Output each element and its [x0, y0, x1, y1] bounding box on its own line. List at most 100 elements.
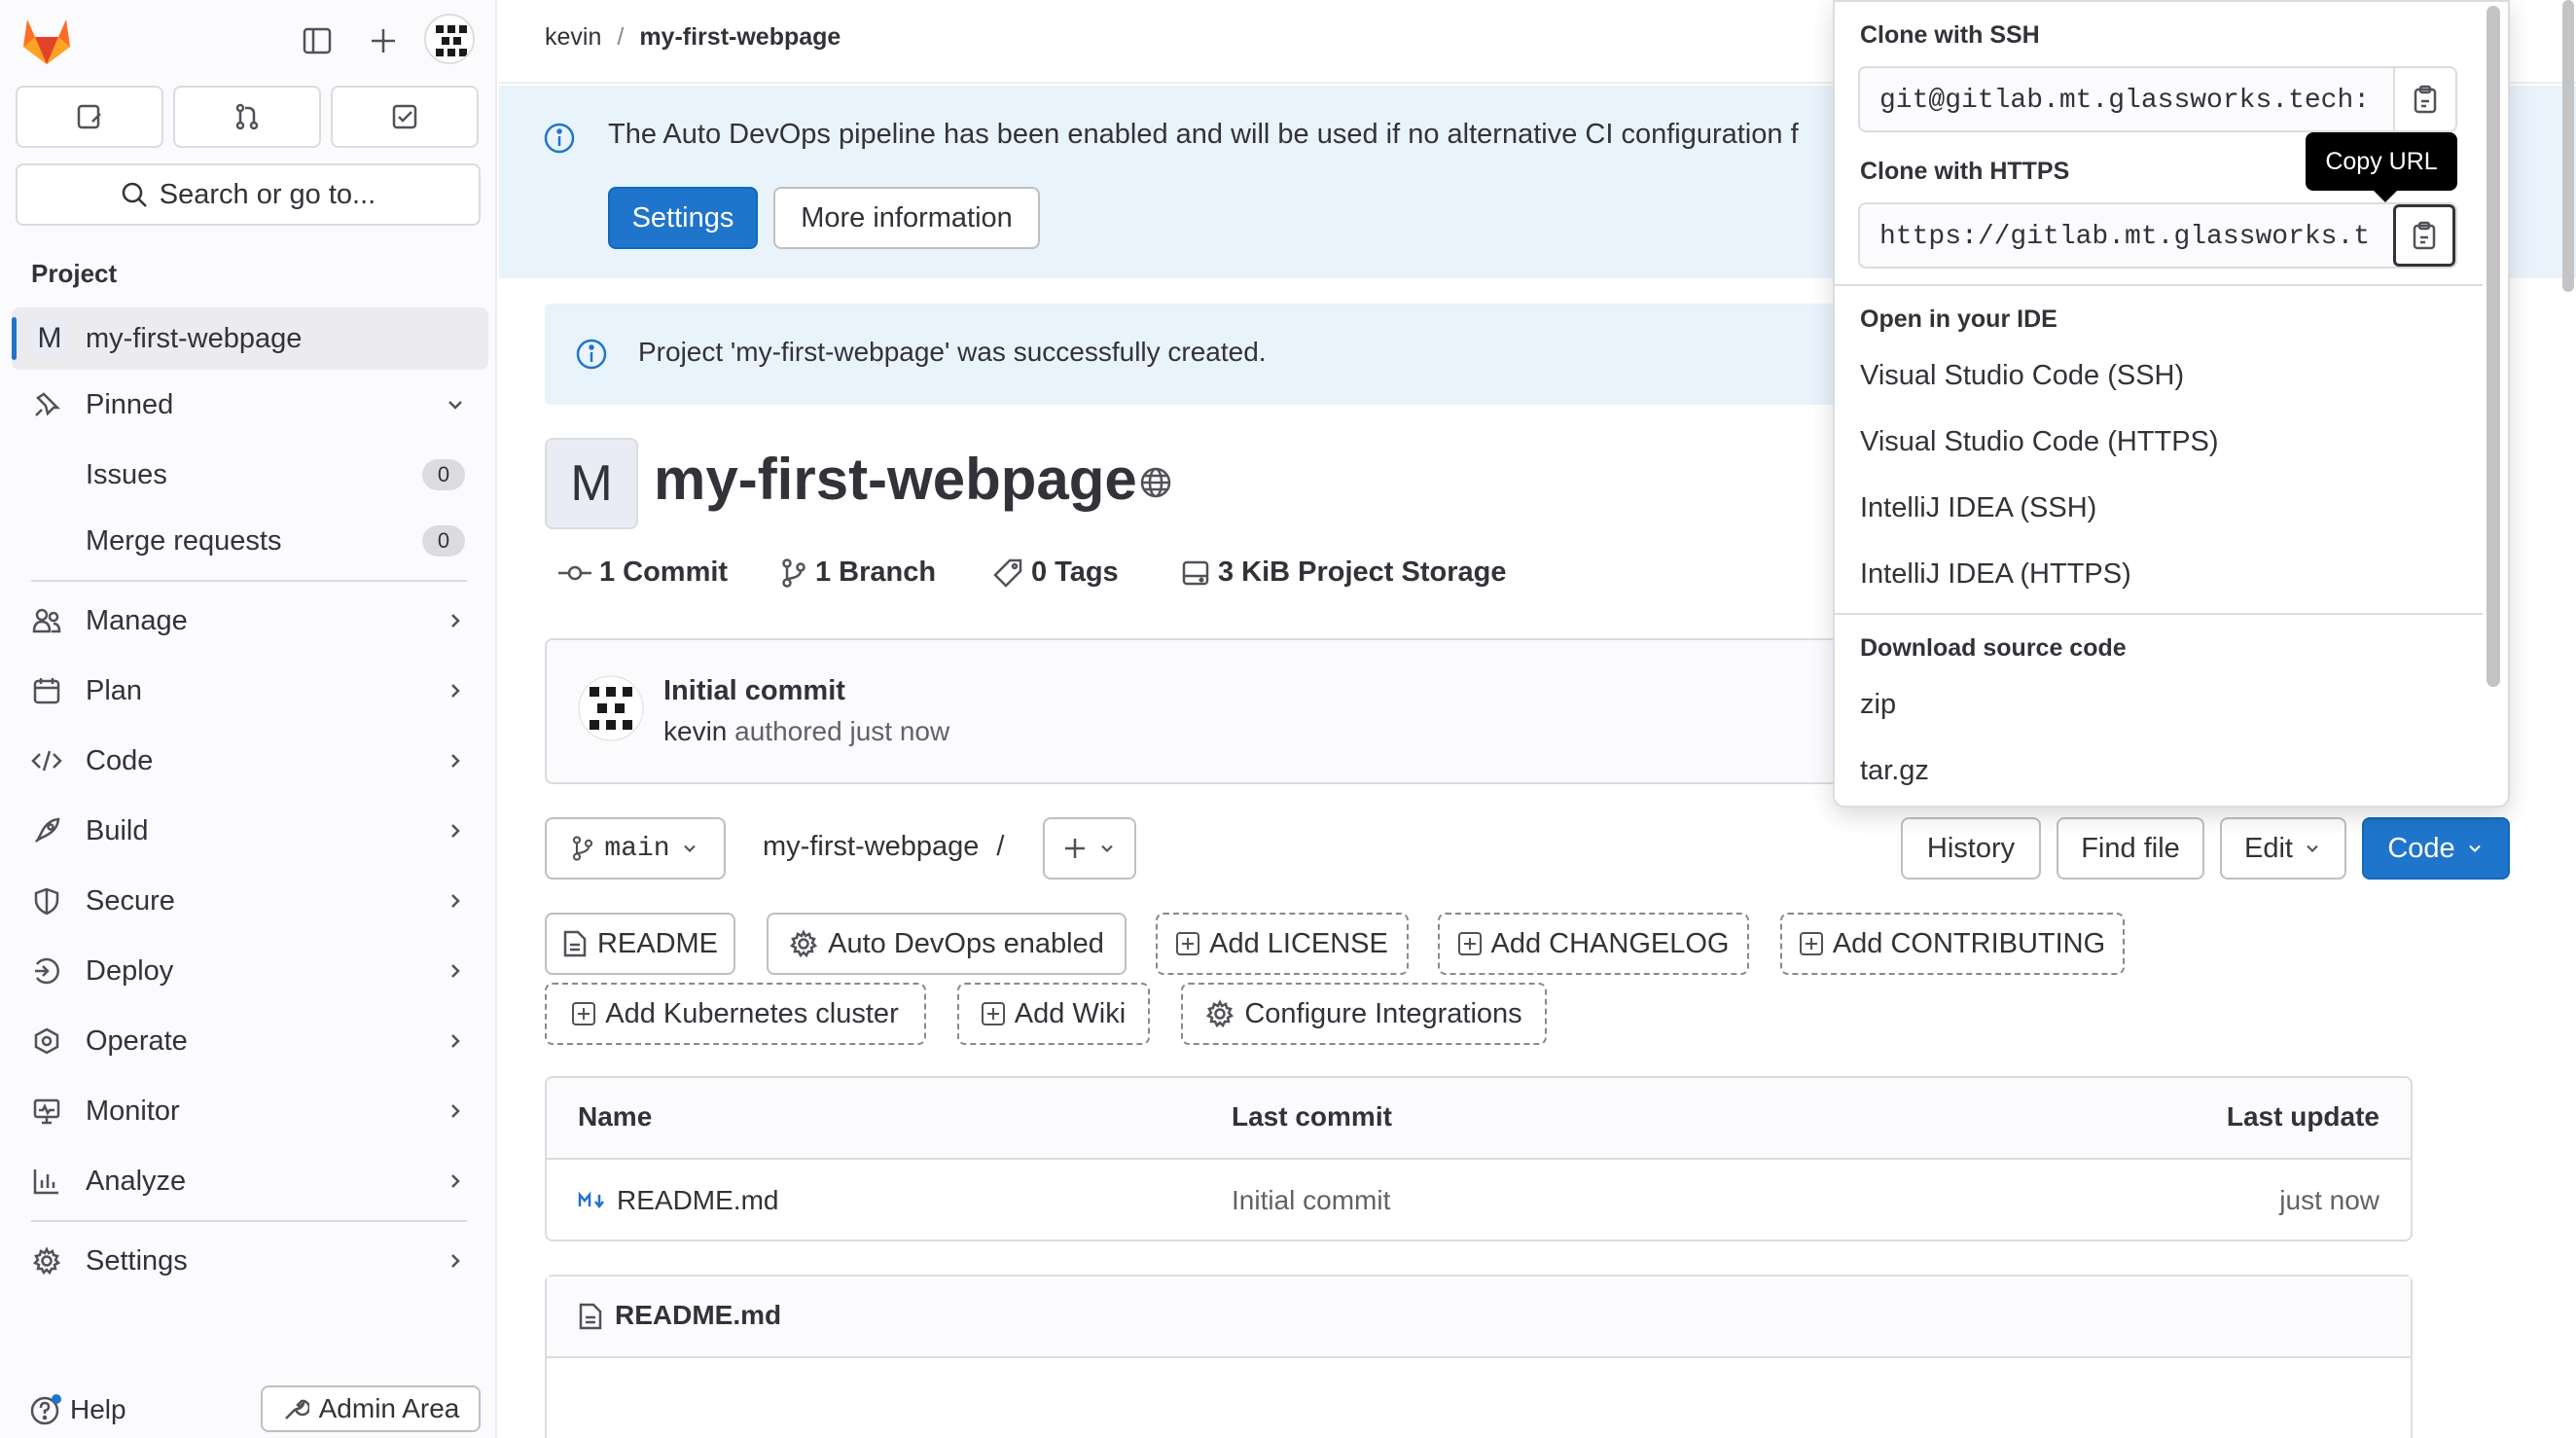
sidebar-item-project[interactable]: M my-first-webpage	[12, 307, 488, 370]
sidebar-divider	[31, 1220, 467, 1222]
file-icon	[578, 1302, 603, 1331]
clone-https-label: Clone with HTTPS	[1860, 158, 2070, 185]
gitlab-logo-icon[interactable]	[19, 14, 74, 66]
sidebar-project-name: my-first-webpage	[86, 322, 303, 354]
section-label: Project	[31, 259, 118, 288]
branches-stat[interactable]: 1 Branch	[780, 557, 936, 589]
plus-square-icon	[1457, 932, 1482, 955]
history-button[interactable]: History	[1901, 817, 2041, 880]
page-scrollbar[interactable]	[2562, 0, 2574, 292]
repo-path-separator: /	[996, 831, 1005, 862]
dropdown-scrollbar[interactable]	[2487, 6, 2500, 687]
breadcrumb-project[interactable]: my-first-webpage	[639, 23, 841, 52]
ssh-url-value[interactable]: git@gitlab.mt.glassworks.tech:	[1879, 86, 2385, 116]
sidebar-item-build[interactable]: Build	[12, 800, 488, 862]
storage-label: Project Storage	[1298, 557, 1507, 588]
add-to-tree-button[interactable]	[1043, 817, 1136, 880]
ide-intellij-ssh[interactable]: IntelliJ IDEA (SSH)	[1860, 492, 2096, 524]
chevron-right-icon	[444, 749, 467, 773]
action-label: Auto DevOps enabled	[828, 927, 1104, 959]
sidebar-item-operate[interactable]: Operate	[12, 1010, 488, 1072]
file-last-commit[interactable]: Initial commit	[1232, 1185, 1390, 1216]
repo-path-root[interactable]: my-first-webpage	[763, 831, 979, 863]
breadcrumb-user[interactable]: kevin	[545, 23, 601, 52]
chevron-right-icon	[444, 609, 467, 632]
add-license-button[interactable]: Add LICENSE	[1156, 913, 1409, 975]
file-icon	[563, 930, 587, 957]
action-label: Add Wiki	[1014, 997, 1127, 1029]
clipboard-icon	[2414, 85, 2437, 114]
sidebar-item-analyze[interactable]: Analyze	[12, 1150, 488, 1212]
download-zip[interactable]: zip	[1860, 689, 1896, 721]
create-new-icon[interactable]	[362, 19, 405, 62]
header-last-commit: Last commit	[1232, 1101, 1392, 1132]
https-url-value[interactable]: https://gitlab.mt.glassworks.t	[1879, 222, 2385, 252]
sidebar-item-merge-requests[interactable]: Merge requests 0	[12, 510, 488, 572]
add-changelog-button[interactable]: Add CHANGELOG	[1438, 913, 1749, 975]
readme-header: README.md	[547, 1276, 2411, 1358]
project-avatar: M	[545, 438, 638, 529]
globe-icon	[1138, 465, 1173, 500]
copy-https-button[interactable]	[2393, 204, 2455, 267]
edit-label: Edit	[2244, 832, 2293, 864]
storage-stat[interactable]: 3 KiB Project Storage	[1181, 557, 1506, 589]
sidebar-item-secure[interactable]: Secure	[12, 870, 488, 932]
add-kubernetes-button[interactable]: Add Kubernetes cluster	[545, 983, 926, 1045]
configure-integrations-button[interactable]: Configure Integrations	[1181, 983, 1547, 1045]
sidebar-item-settings[interactable]: Settings	[12, 1230, 488, 1292]
storage-icon	[1182, 560, 1209, 585]
sidebar-item-deploy[interactable]: Deploy	[12, 940, 488, 1002]
deploy-icon	[29, 953, 64, 989]
ide-section-label: Open in your IDE	[1860, 306, 2057, 333]
sidebar-item-monitor[interactable]: Monitor	[12, 1080, 488, 1142]
commits-stat[interactable]: 1 Commit	[558, 557, 728, 589]
banner-settings-button[interactable]: Settings	[608, 187, 758, 249]
clipboard-icon	[2413, 221, 2436, 250]
ide-vscode-ssh[interactable]: Visual Studio Code (SSH)	[1860, 360, 2184, 392]
commit-author-avatar[interactable]	[578, 675, 644, 741]
readme-action-button[interactable]: README	[545, 913, 735, 975]
add-wiki-button[interactable]: Add Wiki	[957, 983, 1150, 1045]
help-icon	[30, 1394, 61, 1425]
sidebar-item-label: Settings	[86, 1244, 188, 1276]
sidebar-item-code[interactable]: Code	[12, 730, 488, 792]
header-last-update: Last update	[2226, 1101, 2379, 1132]
copy-ssh-button[interactable]	[2393, 68, 2455, 130]
merge-requests-shortcut-button[interactable]	[173, 86, 321, 148]
admin-area-button[interactable]: Admin Area	[261, 1385, 481, 1432]
issues-count-badge: 0	[422, 459, 465, 490]
dropdown-divider	[1835, 613, 2483, 615]
sidebar-item-issues[interactable]: Issues 0	[12, 444, 488, 506]
sidebar-item-label: Merge requests	[86, 524, 282, 557]
branch-name: main	[604, 833, 670, 864]
sidebar-item-label: Build	[86, 814, 149, 846]
todo-shortcut-button[interactable]	[331, 86, 479, 148]
download-tar-gz[interactable]: tar.gz	[1860, 755, 1929, 787]
issues-shortcut-button[interactable]	[16, 86, 163, 148]
ssh-url-field[interactable]: git@gitlab.mt.glassworks.tech:	[1858, 66, 2457, 132]
search-button[interactable]: Search or go to...	[16, 163, 481, 226]
sidebar-toggle-icon[interactable]	[296, 19, 339, 62]
monitor-icon	[29, 1094, 64, 1129]
commit-title[interactable]: Initial commit	[663, 675, 845, 707]
code-dropdown-button[interactable]: Code	[2362, 817, 2510, 880]
action-label: Add CHANGELOG	[1490, 927, 1730, 959]
help-button[interactable]: Help	[29, 1393, 126, 1426]
edit-dropdown-button[interactable]: Edit	[2220, 817, 2346, 880]
tags-stat[interactable]: 0 Tags	[992, 557, 1119, 589]
commit-author[interactable]: kevin	[663, 716, 727, 746]
table-row[interactable]: README.md Initial commit just now	[547, 1162, 2411, 1240]
sidebar-item-pinned[interactable]: Pinned	[12, 374, 488, 436]
ide-vscode-https[interactable]: Visual Studio Code (HTTPS)	[1860, 426, 2219, 458]
ide-intellij-https[interactable]: IntelliJ IDEA (HTTPS)	[1860, 558, 2131, 591]
sidebar-item-plan[interactable]: Plan	[12, 660, 488, 722]
user-avatar[interactable]	[424, 14, 475, 64]
add-contributing-button[interactable]: Add CONTRIBUTING	[1780, 913, 2125, 975]
find-file-button[interactable]: Find file	[2057, 817, 2204, 880]
auto-devops-action-button[interactable]: Auto DevOps enabled	[767, 913, 1127, 975]
file-name-link[interactable]: README.md	[617, 1185, 778, 1216]
sidebar-item-manage[interactable]: Manage	[12, 590, 488, 652]
https-url-field[interactable]: https://gitlab.mt.glassworks.t	[1858, 202, 2457, 269]
more-information-button[interactable]: More information	[773, 187, 1040, 249]
branch-selector[interactable]: main	[545, 817, 726, 880]
